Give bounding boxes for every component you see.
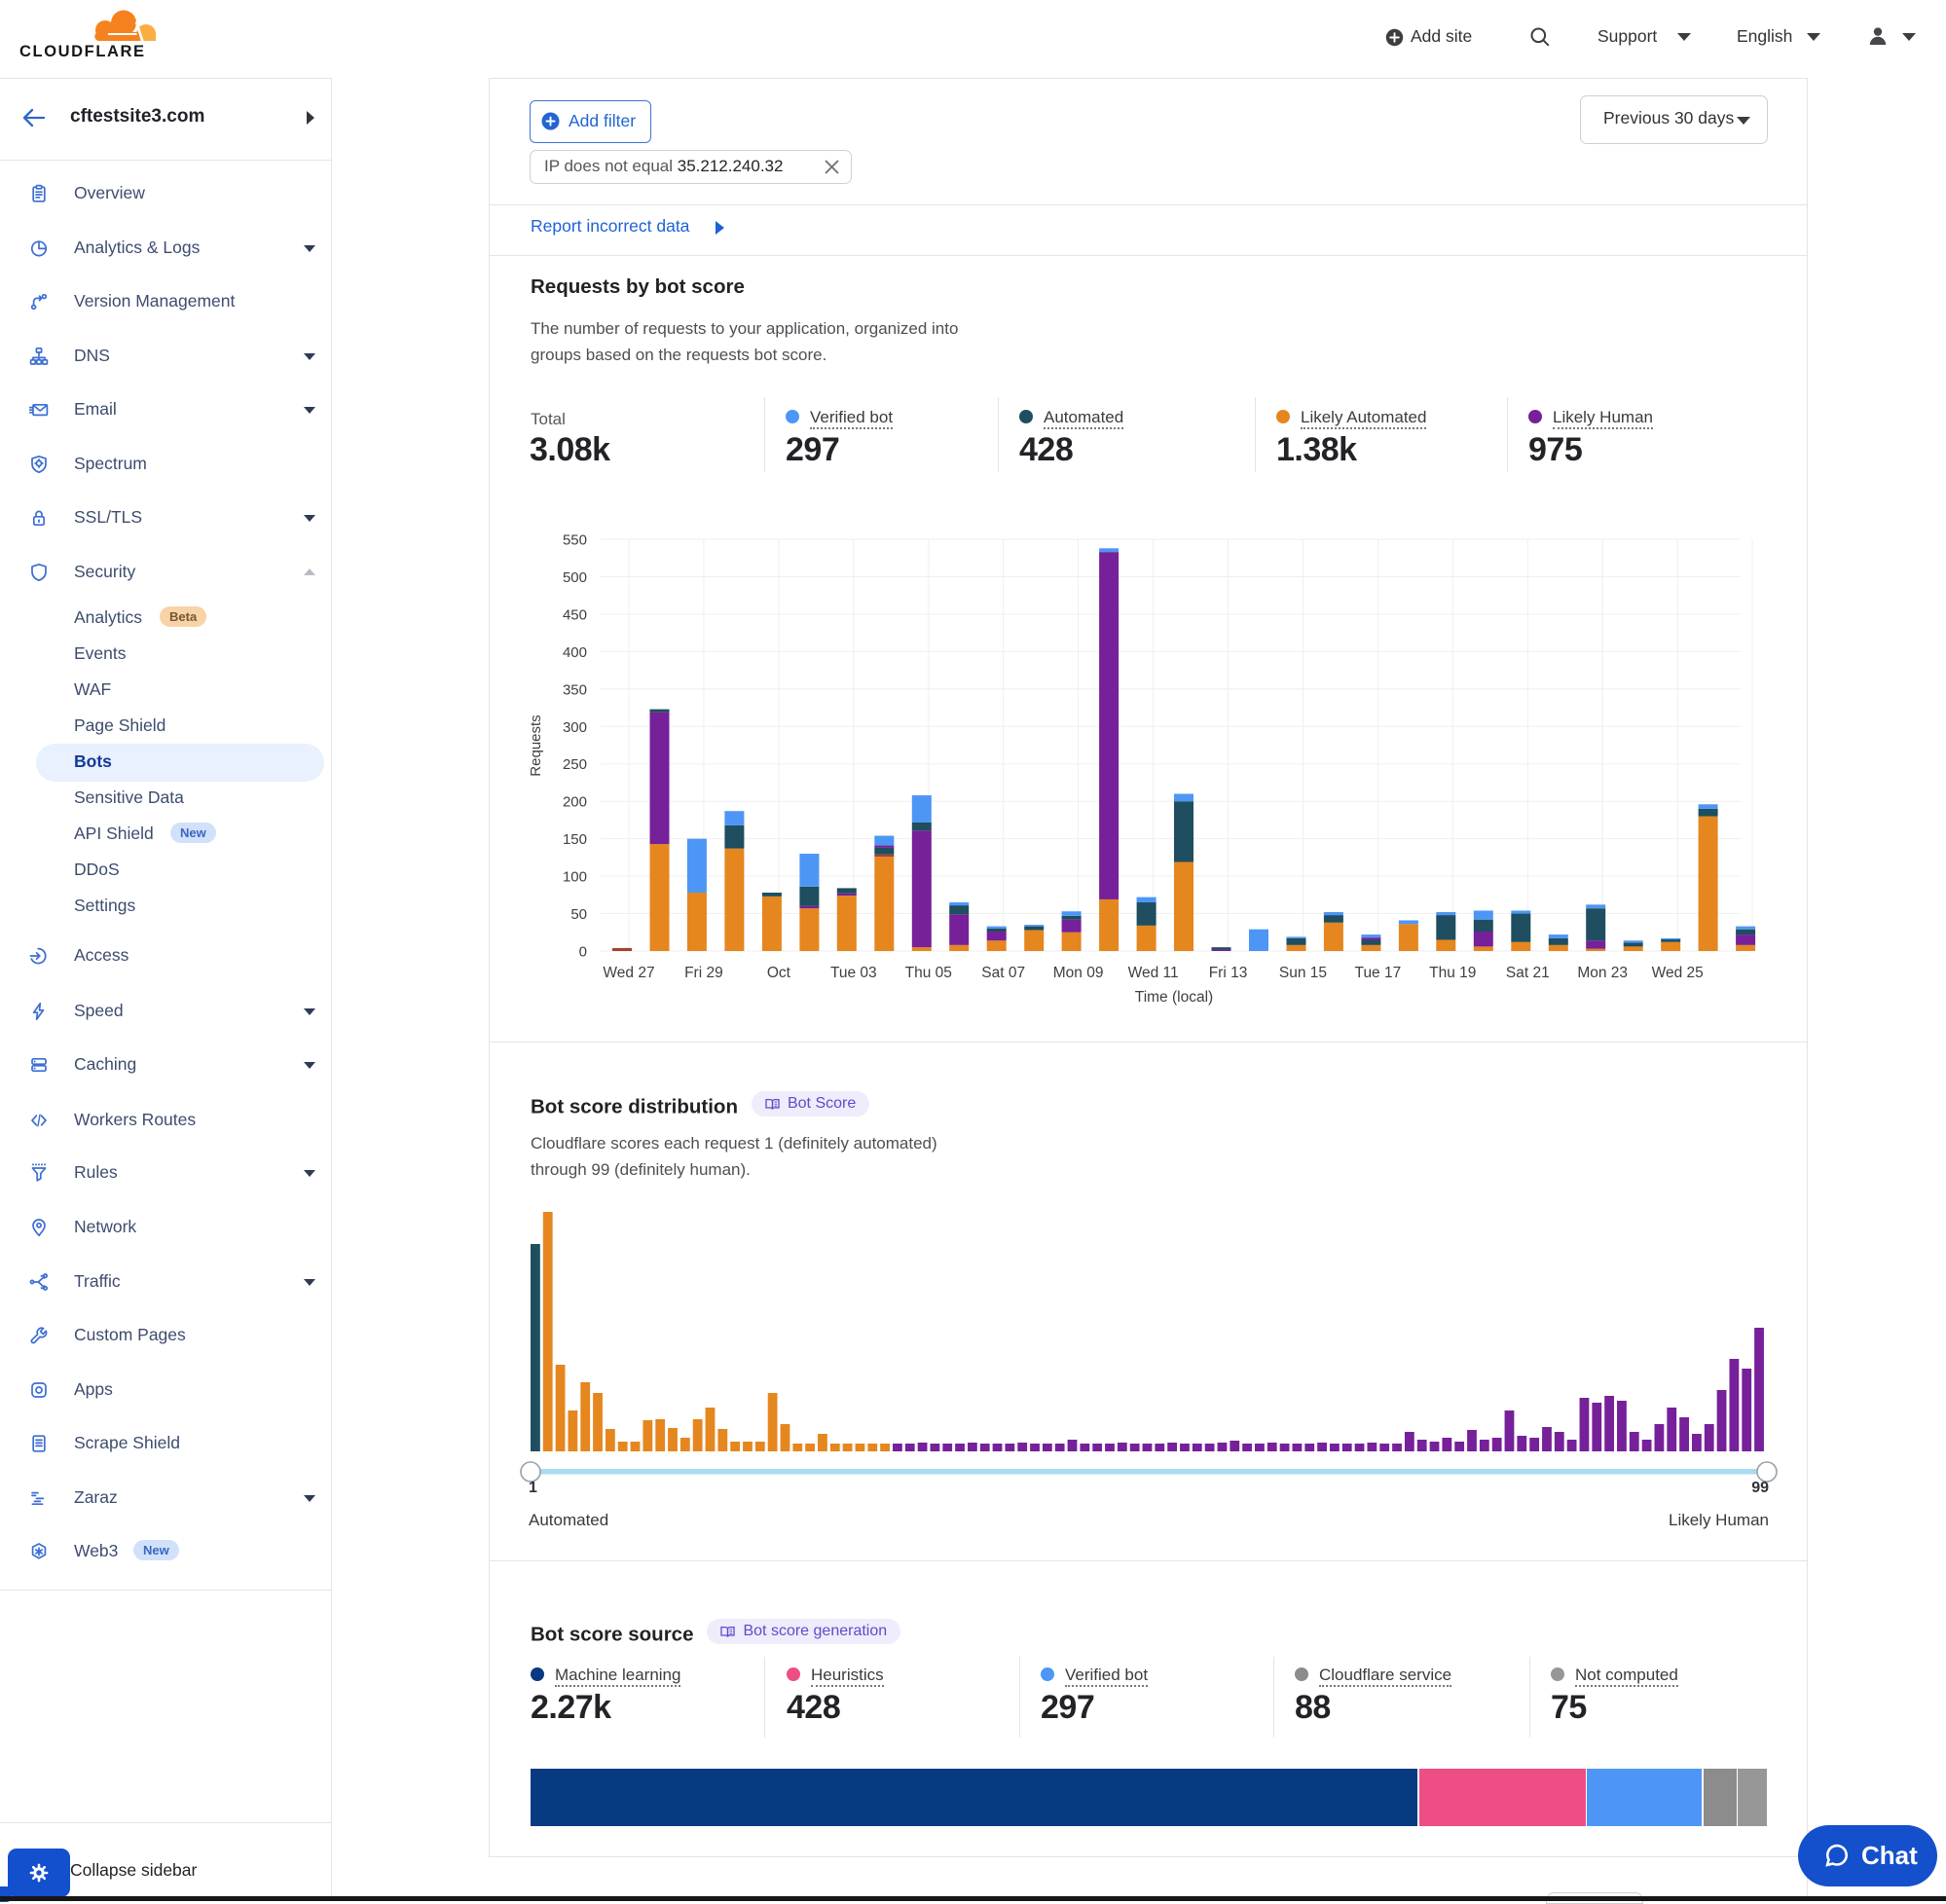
svg-text:400: 400 [563,644,587,661]
svg-text:Tue 03: Tue 03 [830,965,877,981]
svg-text:Time (local): Time (local) [1135,989,1213,1006]
svg-text:550: 550 [563,532,587,549]
svg-text:Automated: Automated [529,1511,608,1529]
svg-text:450: 450 [563,607,587,624]
svg-text:Wed 25: Wed 25 [1652,965,1704,981]
svg-text:Thu 19: Thu 19 [1429,965,1476,981]
svg-text:150: 150 [563,831,587,848]
svg-text:Fri 29: Fri 29 [684,965,723,981]
svg-text:500: 500 [563,569,587,586]
svg-text:Tue 17: Tue 17 [1355,965,1402,981]
svg-text:100: 100 [563,869,587,886]
svg-text:Requests: Requests [528,714,544,776]
svg-text:99: 99 [1751,1480,1769,1496]
svg-text:Mon 23: Mon 23 [1577,965,1628,981]
svg-text:Thu 05: Thu 05 [905,965,952,981]
svg-text:200: 200 [563,794,587,811]
svg-text:50: 50 [570,906,587,923]
svg-text:250: 250 [563,756,587,773]
svg-text:0: 0 [579,944,587,961]
svg-text:Sat 07: Sat 07 [981,965,1025,981]
svg-text:1: 1 [529,1480,537,1496]
svg-text:Likely Human: Likely Human [1669,1511,1769,1529]
svg-text:350: 350 [563,681,587,698]
svg-text:Sat 21: Sat 21 [1506,965,1550,981]
svg-text:Fri 13: Fri 13 [1209,965,1248,981]
svg-text:Wed 27: Wed 27 [603,965,654,981]
svg-text:300: 300 [563,719,587,736]
svg-text:Sun 15: Sun 15 [1279,965,1327,981]
svg-text:Oct: Oct [767,965,791,981]
svg-text:Wed 11: Wed 11 [1128,965,1179,981]
svg-text:Mon 09: Mon 09 [1053,965,1104,981]
